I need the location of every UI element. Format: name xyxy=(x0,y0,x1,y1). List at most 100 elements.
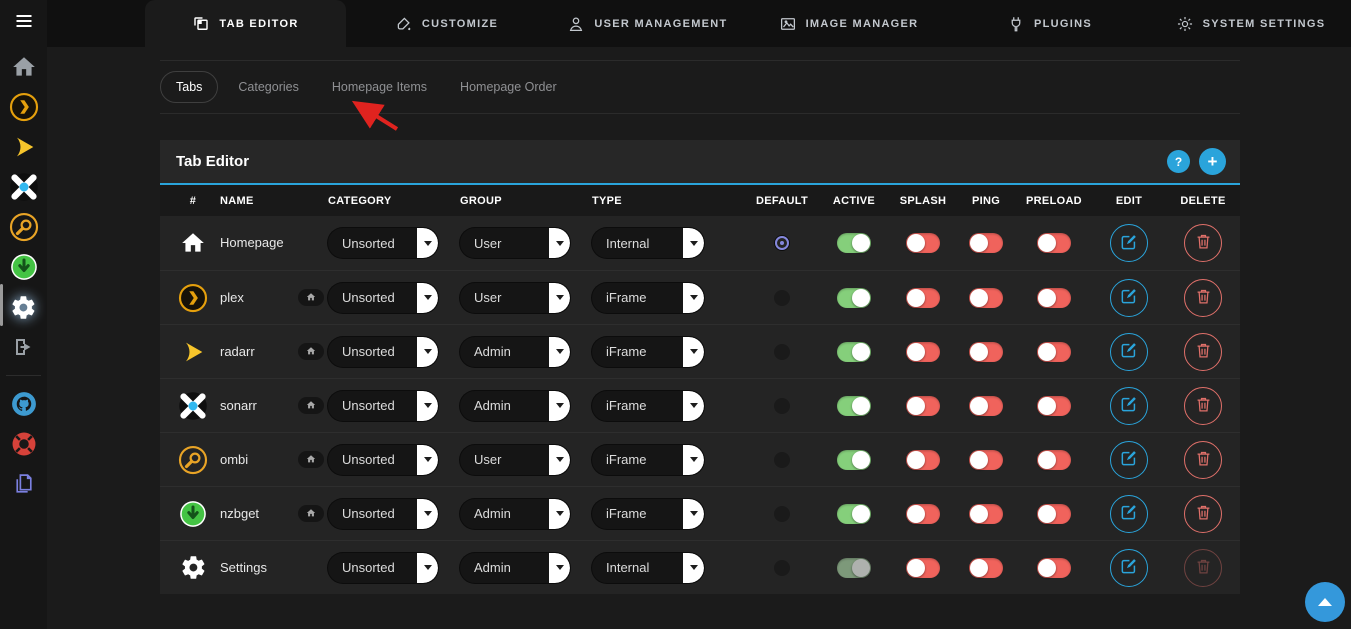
active-toggle[interactable] xyxy=(837,558,871,578)
subtab-homepage-order[interactable]: Homepage Order xyxy=(458,72,559,102)
nav-tab-customize[interactable]: CUSTOMIZE xyxy=(346,0,547,47)
ping-toggle[interactable] xyxy=(969,342,1003,362)
nav-tab-system-settings[interactable]: SYSTEM SETTINGS xyxy=(1150,0,1351,47)
preload-toggle[interactable] xyxy=(1037,504,1071,524)
category-select[interactable]: Unsorted xyxy=(328,553,438,583)
delete-button[interactable] xyxy=(1184,441,1222,479)
active-toggle[interactable] xyxy=(837,450,871,470)
splash-toggle[interactable] xyxy=(906,233,940,253)
sidebar-item-docs[interactable] xyxy=(0,464,47,504)
subtab-categories[interactable]: Categories xyxy=(236,72,300,102)
splash-toggle[interactable] xyxy=(906,288,940,308)
edit-button[interactable] xyxy=(1110,495,1148,533)
sidebar-item-homepage[interactable] xyxy=(0,47,47,87)
active-toggle[interactable] xyxy=(837,233,871,253)
splash-toggle[interactable] xyxy=(906,342,940,362)
active-toggle[interactable] xyxy=(837,342,871,362)
default-radio[interactable] xyxy=(774,290,790,306)
default-radio[interactable] xyxy=(774,506,790,522)
subtab-tabs[interactable]: Tabs xyxy=(160,71,218,103)
preload-toggle[interactable] xyxy=(1037,450,1071,470)
group-cell: Admin xyxy=(456,391,570,421)
ping-toggle[interactable] xyxy=(969,396,1003,416)
default-radio[interactable] xyxy=(774,560,790,576)
type-select[interactable]: iFrame xyxy=(592,391,704,421)
nav-tab-tab-editor[interactable]: TAB EDITOR xyxy=(145,0,346,47)
default-radio[interactable] xyxy=(774,344,790,360)
sidebar-item-plex[interactable] xyxy=(0,87,47,127)
menu-toggle-button[interactable] xyxy=(0,0,47,47)
scroll-to-top-button[interactable] xyxy=(1305,582,1345,622)
category-select[interactable]: Unsorted xyxy=(328,499,438,529)
edit-button[interactable] xyxy=(1110,387,1148,425)
active-toggle[interactable] xyxy=(837,504,871,524)
category-select[interactable]: Unsorted xyxy=(328,445,438,475)
type-select[interactable]: iFrame xyxy=(592,445,704,475)
sidebar-item-settings[interactable] xyxy=(0,287,47,327)
delete-button[interactable] xyxy=(1184,333,1222,371)
edit-button[interactable] xyxy=(1110,224,1148,262)
category-select[interactable]: Unsorted xyxy=(328,283,438,313)
sidebar-item-support[interactable] xyxy=(0,424,47,464)
edit-button[interactable] xyxy=(1110,279,1148,317)
ping-toggle[interactable] xyxy=(969,504,1003,524)
nav-tab-user-management[interactable]: USER MANAGEMENT xyxy=(547,0,748,47)
group-select[interactable]: Admin xyxy=(460,553,570,583)
type-select[interactable]: iFrame xyxy=(592,283,704,313)
type-select[interactable]: Internal xyxy=(592,553,704,583)
group-select[interactable]: Admin xyxy=(460,391,570,421)
default-radio[interactable] xyxy=(774,452,790,468)
splash-toggle[interactable] xyxy=(906,450,940,470)
preload-toggle[interactable] xyxy=(1037,558,1071,578)
ping-toggle[interactable] xyxy=(969,233,1003,253)
edit-button[interactable] xyxy=(1110,333,1148,371)
group-select[interactable]: User xyxy=(460,283,570,313)
splash-toggle[interactable] xyxy=(906,504,940,524)
delete-button[interactable] xyxy=(1184,224,1222,262)
help-button[interactable]: ? xyxy=(1167,150,1190,173)
add-tab-button[interactable]: + xyxy=(1199,148,1226,175)
type-select[interactable]: iFrame xyxy=(592,337,704,367)
group-select[interactable]: Admin xyxy=(460,337,570,367)
sidebar-item-radarr[interactable] xyxy=(0,127,47,167)
toggle-knob xyxy=(1038,505,1056,523)
preload-toggle[interactable] xyxy=(1037,288,1071,308)
delete-button[interactable] xyxy=(1184,279,1222,317)
splash-toggle[interactable] xyxy=(906,396,940,416)
sidebar-item-sonarr[interactable] xyxy=(0,167,47,207)
category-select[interactable]: Unsorted xyxy=(328,391,438,421)
delete-button[interactable] xyxy=(1184,495,1222,533)
active-toggle[interactable] xyxy=(837,288,871,308)
sidebar-item-nzbget[interactable] xyxy=(0,247,47,287)
ping-toggle[interactable] xyxy=(969,450,1003,470)
preload-toggle[interactable] xyxy=(1037,233,1071,253)
nav-tab-image-manager[interactable]: IMAGE MANAGER xyxy=(748,0,949,47)
table-header: #NAMECATEGORYGROUPTYPEDEFAULTACTIVESPLAS… xyxy=(160,185,1240,216)
splash-toggle[interactable] xyxy=(906,558,940,578)
default-radio[interactable] xyxy=(774,398,790,414)
preload-toggle[interactable] xyxy=(1037,396,1071,416)
group-select[interactable]: Admin xyxy=(460,499,570,529)
sidebar-item-ombi[interactable] xyxy=(0,207,47,247)
ping-toggle[interactable] xyxy=(969,288,1003,308)
sidebar-item-github[interactable] xyxy=(0,384,47,424)
preload-toggle[interactable] xyxy=(1037,342,1071,362)
sidebar-scrollbar-thumb[interactable] xyxy=(0,284,3,326)
edit-button[interactable] xyxy=(1110,441,1148,479)
group-select[interactable]: User xyxy=(460,228,570,258)
edit-button[interactable] xyxy=(1110,549,1148,587)
sidebar-item-logout[interactable] xyxy=(0,327,47,367)
panel-title: Tab Editor xyxy=(176,153,1167,170)
group-select[interactable]: User xyxy=(460,445,570,475)
default-radio[interactable] xyxy=(775,236,789,250)
category-select[interactable]: Unsorted xyxy=(328,228,438,258)
type-select[interactable]: Internal xyxy=(592,228,704,258)
category-select[interactable]: Unsorted xyxy=(328,337,438,367)
tab-name-cell: sonarr xyxy=(216,397,257,415)
nav-tab-plugins[interactable]: PLUGINS xyxy=(949,0,1150,47)
ping-toggle[interactable] xyxy=(969,558,1003,578)
subtab-homepage-items[interactable]: Homepage Items xyxy=(330,72,429,102)
type-select[interactable]: iFrame xyxy=(592,499,704,529)
delete-button[interactable] xyxy=(1184,387,1222,425)
active-toggle[interactable] xyxy=(837,396,871,416)
